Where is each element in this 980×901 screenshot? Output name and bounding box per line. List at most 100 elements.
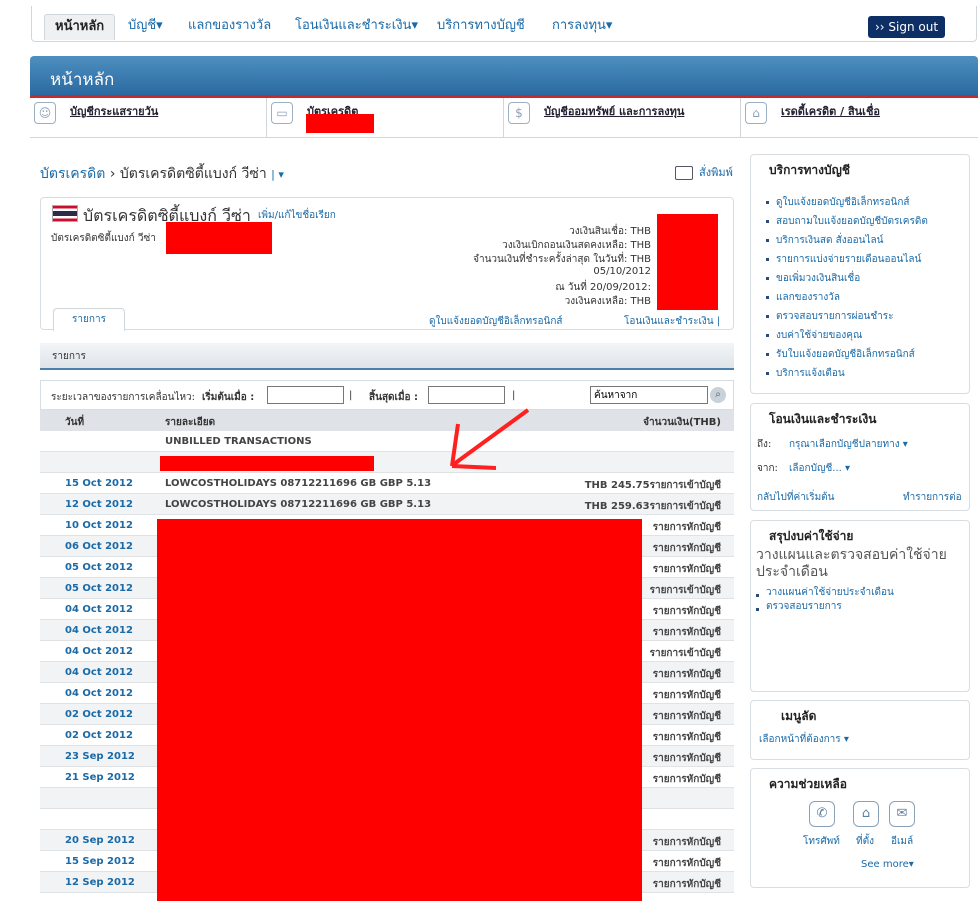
search-input[interactable] xyxy=(590,386,708,404)
nav-tab-transfer[interactable]: โอนเงินและชำระเงิน▾ xyxy=(285,14,428,40)
account-services-panel: บริการทางบัญชี ดูใบแจ้งยอดบัญชีอิเล็กทรอ… xyxy=(750,154,970,394)
filter-separator: | xyxy=(349,390,353,401)
page-title: หน้าหลัก xyxy=(50,70,115,90)
filter-separator: | xyxy=(512,390,516,401)
edit-nickname-link[interactable]: เพิ่ม/แก้ไขชื่อเรียก xyxy=(258,208,336,223)
email-icon[interactable]: ✉ xyxy=(889,801,915,827)
expense-link[interactable]: วางแผนค่าใช้จ่ายประจำเดือน xyxy=(756,586,894,600)
row-date: 15 Sep 2012 xyxy=(65,856,135,867)
to-account-select[interactable]: กรุณาเลือกบัญชีปลายทาง ▾ xyxy=(789,437,908,452)
category-credit-card[interactable]: ▭ บัตรเครดิต xyxy=(267,98,504,138)
email-label[interactable]: อีเมล์ xyxy=(891,834,913,849)
printer-icon xyxy=(675,166,693,180)
nav-tab-investment[interactable]: การลงทุน▾ xyxy=(542,14,622,40)
row-date: 20 Sep 2012 xyxy=(65,835,135,846)
panel-title: เมนูลัด xyxy=(781,709,817,723)
continue-link[interactable]: ทำรายการต่อ xyxy=(903,490,962,505)
panel-title: สรุปงบค่าใช้จ่าย xyxy=(769,529,854,543)
row-date: 04 Oct 2012 xyxy=(65,688,133,699)
row-date: 02 Oct 2012 xyxy=(65,730,133,741)
shortcut-menu-panel: เมนูลัด เลือกหน้าที่ต้องการ ▾ xyxy=(750,700,970,760)
to-date-label: สิ้นสุดเมื่อ : xyxy=(369,392,419,403)
breadcrumb-current: บัตรเครดิตซิตี้แบงก์ วีซ่า xyxy=(119,166,267,182)
last-payment-date: 05/10/2012 xyxy=(593,266,651,277)
row-date: 23 Sep 2012 xyxy=(65,751,135,762)
category-current-account[interactable]: ☺ บัญชีกระแสรายวัน xyxy=(30,98,267,138)
tab-transactions[interactable]: รายการ xyxy=(53,308,125,331)
service-link[interactable]: ดูใบแจ้งยอดบัญชีอิเล็กทรอนิกส์ xyxy=(766,193,928,212)
account-switch-dropdown[interactable]: | ▾ xyxy=(271,168,284,181)
location-icon[interactable]: ⌂ xyxy=(853,801,879,827)
category-savings-investment[interactable]: $ บัญชีออมทรัพย์ และการลงทุน xyxy=(504,98,741,138)
service-link[interactable]: บริการแจ้งเตือน xyxy=(766,364,928,383)
service-link[interactable]: บริการเงินสด สั่งออนไลน์ xyxy=(766,231,928,250)
expense-intro-text: วางแผนและตรวจสอบค่าใช้จ่ายประจำเดือน xyxy=(756,547,947,580)
page-banner: หน้าหลัก xyxy=(30,56,978,98)
see-more-link[interactable]: See more▾ xyxy=(861,859,914,870)
print-button[interactable]: สั่งพิมพ์ xyxy=(675,163,733,181)
row-amount: รายการหักบัญชี xyxy=(652,732,721,743)
table-row[interactable]: 15 Oct 2012 LOWCOSTHOLIDAYS 08712211696 G… xyxy=(40,473,734,494)
search-icon[interactable]: ⌕ xyxy=(710,387,726,403)
table-row[interactable] xyxy=(40,452,734,473)
from-account-select[interactable]: เลือกบัญชี... ▾ xyxy=(789,461,850,476)
to-date-input[interactable] xyxy=(428,386,505,404)
filter-label: ระยะเวลาของรายการเคลื่อนไหว: xyxy=(51,392,196,403)
column-description: รายละเอียด xyxy=(165,417,216,428)
thai-flag-icon xyxy=(52,205,78,222)
breadcrumb-home-link[interactable]: บัตรเครดิต xyxy=(40,166,105,182)
table-row[interactable]: UNBILLED TRANSACTIONS xyxy=(40,431,734,452)
service-link[interactable]: รับใบแจ้งยอดบัญชีอิเล็กทรอนิกส์ xyxy=(766,345,928,364)
column-date: วันที่ xyxy=(65,417,85,428)
services-list: ดูใบแจ้งยอดบัญชีอิเล็กทรอนิกส์ สอบถามใบแ… xyxy=(766,193,928,383)
row-amount: รายการหักบัญชี xyxy=(652,774,721,785)
from-date-label: เริ่มต้นเมื่อ : xyxy=(202,392,255,403)
account-summary-card: บัตรเครดิตซิตี้แบงก์ วีซ่า เพิ่ม/แก้ไขชื… xyxy=(40,197,734,331)
category-ready-credit[interactable]: ⌂ เรดดี้เครดิต / สินเชื่อ xyxy=(741,98,978,138)
service-link[interactable]: สอบถามใบแจ้งยอดบัญชีบัตรเครดิต xyxy=(766,212,928,231)
account-category-strip: ☺ บัญชีกระแสรายวัน ▭ บัตรเครดิต $ บัญชีอ… xyxy=(30,98,978,138)
service-link[interactable]: ตรวจสอบรายการผ่อนชำระ xyxy=(766,307,928,326)
reset-link[interactable]: กลับไปที่ค่าเริ่มต้น xyxy=(757,490,835,505)
table-row[interactable]: 12 Oct 2012 LOWCOSTHOLIDAYS 08712211696 G… xyxy=(40,494,734,515)
row-amount: รายการเข้าบัญชี xyxy=(649,648,721,659)
row-date: 21 Sep 2012 xyxy=(65,772,135,783)
row-date: 15 Oct 2012 xyxy=(65,478,133,489)
redaction-box xyxy=(157,519,642,901)
person-icon: ☺ xyxy=(34,102,56,124)
row-date: 05 Oct 2012 xyxy=(65,583,133,594)
service-link[interactable]: งบค่าใช้จ่ายของคุณ xyxy=(766,326,928,345)
shortcut-select[interactable]: เลือกหน้าที่ต้องการ ▾ xyxy=(759,732,849,747)
credit-limit: วงเงินสินเชื่อ: THB xyxy=(569,226,651,237)
row-description: LOWCOSTHOLIDAYS 08712211696 GB GBP 5.13 xyxy=(165,499,432,510)
transfer-panel: โอนเงินและชำระเงิน ถึง: กรุณาเลือกบัญชีป… xyxy=(750,403,970,511)
nav-tab-account-services[interactable]: บริการทางบัญชี xyxy=(427,14,535,40)
location-label[interactable]: ที่ตั้ง xyxy=(856,834,874,849)
last-payment-amount: จำนวนเงินที่ชำระครั้งล่าสุด ในวันที่: TH… xyxy=(473,254,651,265)
service-link[interactable]: แลกของรางวัล xyxy=(766,288,928,307)
breadcrumb: บัตรเครดิต › บัตรเครดิตซิตี้แบงก์ วีซ่า … xyxy=(40,163,284,185)
service-link[interactable]: รายการแบ่งจ่ายรายเดือนออนไลน์ xyxy=(766,250,928,269)
nav-tab-rewards[interactable]: แลกของรางวัล xyxy=(178,14,281,40)
balance-as-of-date: ณ วันที่ 20/09/2012: xyxy=(555,282,651,293)
row-amount: รายการหักบัญชี xyxy=(652,627,721,638)
from-date-input[interactable] xyxy=(267,386,344,404)
row-amount: รายการหักบัญชี xyxy=(652,543,721,554)
row-amount: รายการหักบัญชี xyxy=(652,606,721,617)
expense-link[interactable]: ตรวจสอบรายการ xyxy=(756,600,894,614)
cash-advance-available: วงเงินเบิกถอนเงินสดคงเหลือ: THB xyxy=(502,240,651,251)
estatement-link[interactable]: ดูใบแจ้งยอดบัญชีอิเล็กทรอนิกส์ xyxy=(429,314,563,329)
nav-tab-accounts[interactable]: บัญชี▾ xyxy=(118,14,173,40)
phone-icon[interactable]: ✆ xyxy=(809,801,835,827)
panel-title: บริการทางบัญชี xyxy=(769,163,851,177)
from-label: จาก: xyxy=(757,463,778,474)
transactions-section-header: รายการ xyxy=(40,343,734,370)
transfer-payment-link[interactable]: โอนเงินและชำระเงิน | xyxy=(624,314,720,329)
sign-out-button[interactable]: ›› Sign out xyxy=(868,16,945,38)
phone-label[interactable]: โทรศัพท์ xyxy=(803,834,840,849)
nav-tab-home[interactable]: หน้าหลัก xyxy=(44,14,116,40)
service-link[interactable]: ขอเพิ่มวงเงินสินเชื่อ xyxy=(766,269,928,288)
row-date: 05 Oct 2012 xyxy=(65,562,133,573)
home-loan-icon: ⌂ xyxy=(745,102,767,124)
help-panel: ความช่วยเหลือ ✆ ⌂ ✉ โทรศัพท์ ที่ตั้ง อีเ… xyxy=(750,768,970,888)
